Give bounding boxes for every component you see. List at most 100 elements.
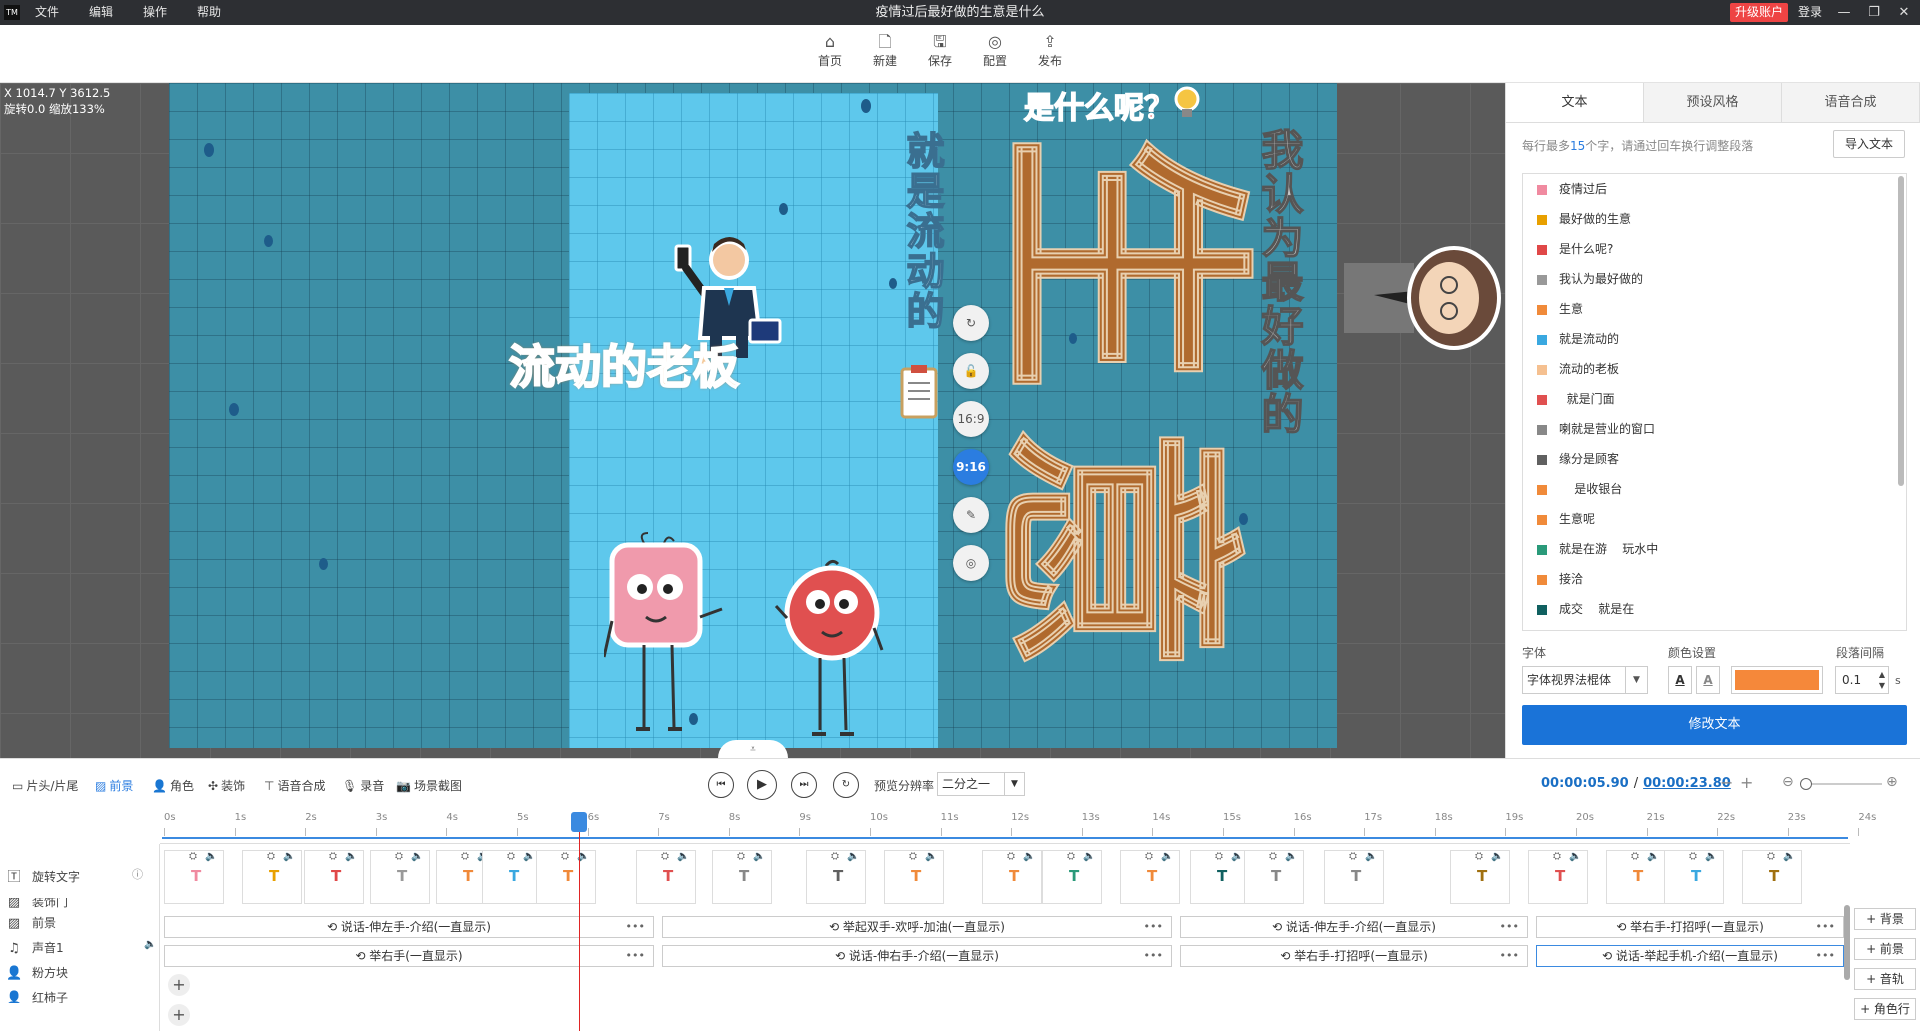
add-foreground-button[interactable]: + 前景 [1854,938,1916,960]
upgrade-button[interactable]: 升级账户 [1730,3,1789,22]
action-clip[interactable]: ⟲ 举起双手-欢呼-加油(一直显示) ••• [662,916,1172,938]
ratio-9-16-button[interactable]: 9:16 [953,449,989,485]
text-keyframe[interactable]: ⛭🔈T [1664,850,1724,904]
scene-background[interactable]: 流动的老板 就是流动的 生 意 是什么呢？ 我认为最好做的 [169,83,1501,748]
tab-record[interactable]: 🎙 录音 [342,777,384,794]
text-stroke-color-icon[interactable]: A [1696,666,1720,694]
action-clip-selected[interactable]: ⟲ 说话-举起手机-介绍(一直显示) ••• [1536,945,1844,967]
rotate-icon[interactable]: ↻ [953,305,989,341]
spacing-spinner[interactable]: 0.1 ▲ ▼ [1835,666,1889,694]
text-keyframe[interactable]: ⛭🔈T [304,850,364,904]
spinner-arrows-icon[interactable]: ▲ ▼ [1879,669,1885,691]
track-label-decor[interactable]: ▨ 装饰门 [6,898,68,910]
text-line-item[interactable]: 我认为最好做的 [1523,264,1906,294]
text-line-item[interactable]: 是什么呢? [1523,234,1906,264]
text-line-item[interactable]: 喇就是营业的窗口 [1523,414,1906,444]
big-text-yi[interactable]: 意 [968,422,1261,674]
text-fill-color-icon[interactable]: A [1668,666,1692,694]
big-text-sheng[interactable]: 生 [967,132,1271,394]
more-icon[interactable]: ••• [1500,917,1519,937]
action-clip[interactable]: ⟲ 举右手(一直显示) ••• [164,945,654,967]
track-label-rotate-text[interactable]: 🅃 旋转文字 ⓘ [6,866,143,885]
action-clip[interactable]: ⟲ 说话-伸右手-介绍(一直显示) ••• [662,945,1172,967]
home-button[interactable]: ⌂ 首页 [810,31,850,69]
import-text-button[interactable]: 导入文本 [1833,130,1905,158]
login-link[interactable]: 登录 [1798,0,1822,25]
text-keyframe[interactable]: ⛭🔈T [536,850,596,904]
maximize-button[interactable]: ❐ [1864,0,1884,25]
replay-icon[interactable]: ↻ [833,772,859,798]
more-icon[interactable]: ••• [1144,946,1163,966]
tab-character[interactable]: 👤 角色 [152,777,194,794]
zoom-in-icon[interactable]: ⊕ [1886,774,1898,790]
tab-tts-track[interactable]: ⊤ 语音合成 [264,777,325,794]
add-background-button[interactable]: + 背景 [1854,908,1916,930]
tab-intro-outro[interactable]: ▭ 片头/片尾 [12,777,78,794]
text-keyframe[interactable]: ⛭🔈T [1120,850,1180,904]
track-label-red-tomato[interactable]: 👤红柿子🗑 [6,989,68,1003]
speaker-icon[interactable]: 🔈 [144,939,156,950]
tab-foreground[interactable]: ▨ 前景 [95,777,133,794]
zoom-knob[interactable] [1800,778,1812,790]
track-label-foreground[interactable]: ▨ 前景 [6,914,56,931]
add-action-button[interactable]: + [168,1004,190,1026]
tab-preset-style[interactable]: 预设风格 [1644,83,1782,122]
text-line-item[interactable]: 疫情过后 [1523,174,1906,204]
timeline-zoom-slider[interactable]: ⊖ ⊕ [1782,774,1902,792]
text-keyframe[interactable]: ⛭🔈T [636,850,696,904]
text-boss[interactable]: 流动的老板 [508,331,740,397]
text-line-item[interactable]: 接洽 [1523,564,1906,594]
more-icon[interactable]: ••• [1816,946,1835,966]
text-keyframe[interactable]: ⛭🔈T [982,850,1042,904]
text-line-item[interactable]: 最好做的生意 [1523,204,1906,234]
skip-forward-icon[interactable]: ⏭ [791,772,817,798]
edit-icon[interactable]: ✎ [953,497,989,533]
ratio-16-9-button[interactable]: 16:9 [953,401,989,437]
red-tomato-character[interactable] [774,558,889,743]
tab-tts[interactable]: 语音合成 [1782,83,1920,122]
text-best[interactable]: 我认为最好做的 [1249,127,1310,548]
text-keyframe[interactable]: ⛭🔈T [1742,850,1802,904]
more-icon[interactable]: ••• [626,917,645,937]
action-clip[interactable]: ⟲ 说话-伸左手-介绍(一直显示) ••• [1180,916,1528,938]
timeline-scrollbar[interactable] [1844,905,1850,980]
text-line-item[interactable]: 流动的老板 [1523,354,1906,384]
timeline-tracks[interactable]: ⛭🔈T⛭🔈T⛭🔈T⛭🔈T⛭🔈T⛭🔈T⛭🔈T⛭🔈T⛭🔈T⛭🔈T⛭🔈T⛭🔈T⛭🔈T⛭… [160,844,1850,1031]
text-line-item[interactable]: 缘分是顾客 [1523,444,1906,474]
text-line-item[interactable]: 生意呢 [1523,504,1906,534]
text-line-item[interactable]: 就是门面 [1523,384,1906,414]
timeline-ruler[interactable]: 0s 1s 2s 3s 4s 5s 6s 7s 8s 9s 10s 11s 12s 13s 14s 15s 16… [160,810,1876,844]
help-icon[interactable]: ⓘ [132,866,143,882]
text-keyframe[interactable]: ⛭🔈T [1606,850,1666,904]
track-label-audio[interactable]: ♫ 声音1 🔈 [6,939,156,956]
text-line-item[interactable]: 就是流动的 [1523,324,1906,354]
text-lines-list[interactable]: 疫情过后 最好做的生意 是什么呢? 我认为最好做的 生意 就是流动的 流动的老板 就是门面喇… [1522,173,1907,631]
target-icon[interactable]: ◎ [953,545,989,581]
skip-back-icon[interactable]: ⏮ [708,772,734,798]
publish-button[interactable]: ⇪ 发布 [1030,31,1070,69]
track-label-pink-block[interactable]: 👤 粉方块 [6,964,68,981]
pink-block-character[interactable] [604,531,734,741]
tab-decoration[interactable]: ✣ 装饰 [208,777,245,794]
text-keyframe[interactable]: ⛭🔈T [1244,850,1304,904]
list-scrollbar[interactable] [1898,176,1904,486]
woman-character[interactable] [1344,243,1505,358]
text-keyframe[interactable]: ⛭🔈T [1042,850,1102,904]
canvas-area[interactable]: X 1014.7 Y 3612.5 旋转0.0 缩放133% 流动的老板 就是流… [0,83,1505,758]
save-button[interactable]: 🖫 保存 [920,31,960,69]
text-line-item[interactable]: 成交 就是在 [1523,594,1906,624]
minimize-button[interactable]: — [1834,0,1854,25]
plus-icon[interactable]: + [1740,773,1753,792]
modify-text-button[interactable]: 修改文本 [1522,705,1907,745]
action-clip[interactable]: ⟲ 举右手-打招呼(一直显示) ••• [1536,916,1844,938]
lock-icon[interactable]: 🔓 [953,353,989,389]
text-keyframe[interactable]: ⛭🔈T [370,850,430,904]
add-action-button[interactable]: + [168,974,190,996]
text-line-item[interactable]: 是收银台 [1523,474,1906,504]
text-keyframe[interactable]: ⛭🔈T [164,850,224,904]
color-swatch[interactable] [1731,666,1823,694]
playhead-handle[interactable] [571,812,587,832]
play-icon[interactable]: ▶ [747,770,777,800]
text-line-item[interactable]: 就是在游 玩水中 [1523,534,1906,564]
text-keyframe[interactable]: ⛭🔈T [884,850,944,904]
